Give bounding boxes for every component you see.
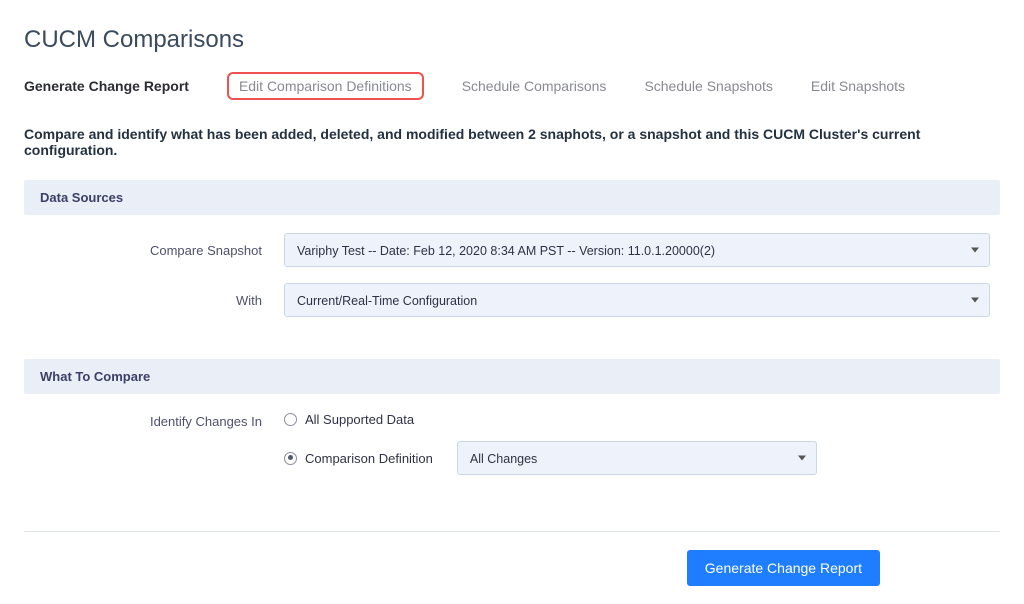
actions: Generate Change Report [24, 550, 1000, 586]
radio-label-comparison-definition: Comparison Definition [305, 451, 433, 466]
select-comparison-definition-value: All Changes [470, 452, 537, 466]
radio-all-supported[interactable] [284, 413, 297, 426]
tabs: Generate Change Report Edit Comparison D… [24, 72, 1000, 100]
tab-schedule-comparisons[interactable]: Schedule Comparisons [462, 74, 607, 98]
row-with: With Current/Real-Time Configuration [34, 283, 990, 317]
section-data-sources: Data Sources Compare Snapshot Variphy Te… [24, 180, 1000, 337]
select-with-value: Current/Real-Time Configuration [297, 294, 477, 308]
section-body-data-sources: Compare Snapshot Variphy Test -- Date: F… [24, 215, 1000, 337]
select-compare-snapshot-value: Variphy Test -- Date: Feb 12, 2020 8:34 … [297, 244, 715, 258]
row-identify-changes: Identify Changes In All Supported Data C… [34, 412, 990, 489]
label-compare-snapshot: Compare Snapshot [34, 243, 284, 258]
select-with[interactable]: Current/Real-Time Configuration [284, 283, 990, 317]
tab-schedule-snapshots[interactable]: Schedule Snapshots [644, 74, 772, 98]
radio-row-comparison-definition: Comparison Definition All Changes [284, 441, 990, 475]
tab-edit-comparison-definitions[interactable]: Edit Comparison Definitions [227, 72, 424, 100]
select-compare-snapshot[interactable]: Variphy Test -- Date: Feb 12, 2020 8:34 … [284, 233, 990, 267]
chevron-down-icon [971, 248, 979, 253]
section-header-what-to-compare: What To Compare [24, 359, 1000, 394]
radio-row-all-supported: All Supported Data [284, 412, 990, 427]
row-compare-snapshot: Compare Snapshot Variphy Test -- Date: F… [34, 233, 990, 267]
label-with: With [34, 293, 284, 308]
select-comparison-definition[interactable]: All Changes [457, 441, 817, 475]
radio-label-all-supported: All Supported Data [305, 412, 414, 427]
chevron-down-icon [971, 298, 979, 303]
tab-edit-snapshots[interactable]: Edit Snapshots [811, 74, 905, 98]
tab-generate-change-report[interactable]: Generate Change Report [24, 74, 189, 98]
page-title: CUCM Comparisons [24, 26, 1000, 54]
section-body-what-to-compare: Identify Changes In All Supported Data C… [24, 394, 1000, 509]
radio-comparison-definition[interactable] [284, 452, 297, 465]
chevron-down-icon [798, 456, 806, 461]
section-header-data-sources: Data Sources [24, 180, 1000, 215]
section-what-to-compare: What To Compare Identify Changes In All … [24, 359, 1000, 509]
label-identify-changes: Identify Changes In [34, 412, 284, 429]
page-description: Compare and identify what has been added… [24, 126, 1000, 158]
generate-change-report-button[interactable]: Generate Change Report [687, 550, 880, 586]
divider [24, 531, 1000, 532]
